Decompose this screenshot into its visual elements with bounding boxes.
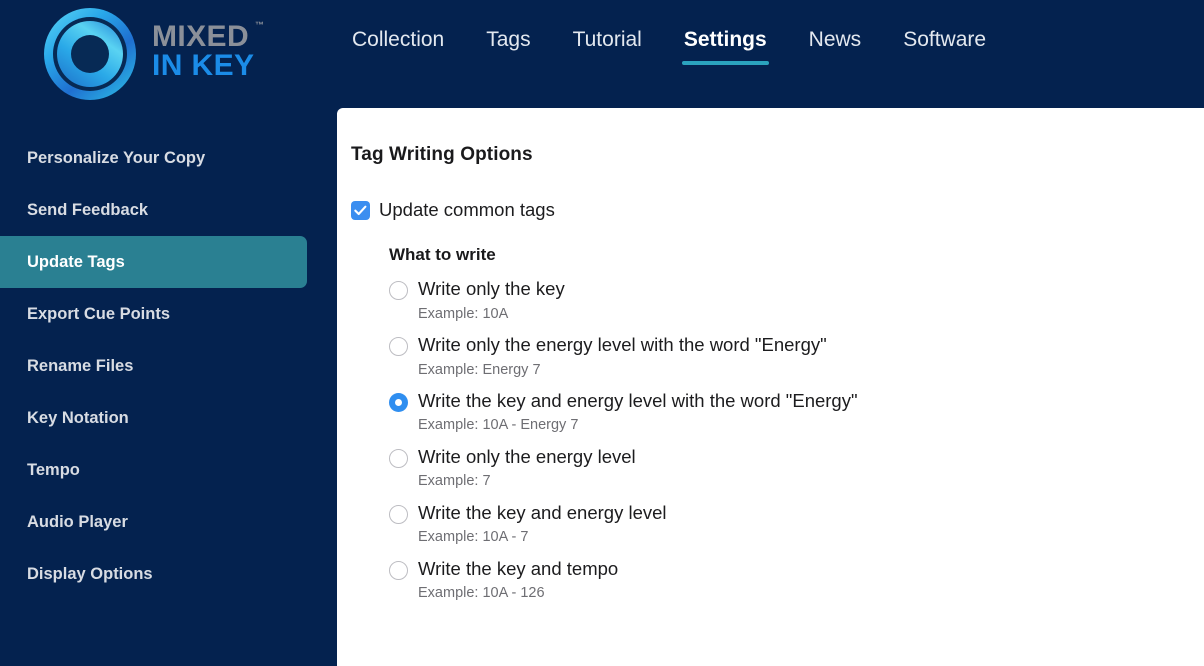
what-to-write-radio-group: Write only the key Example: 10A Write on… xyxy=(389,278,1204,603)
brand-word-bottom: IN KEY xyxy=(152,52,254,81)
sidebar-item-key-notation[interactable]: Key Notation xyxy=(0,392,337,444)
brand-wordmark: MIXED™ IN KEY xyxy=(152,23,254,85)
app-window: MIXED™ IN KEY Collection Tags Tutorial S… xyxy=(0,0,1204,666)
brand-word-top: MIXED™ xyxy=(152,23,254,52)
sidebar-item-audio-player[interactable]: Audio Player xyxy=(0,496,337,548)
sidebar-item-personalize-your-copy[interactable]: Personalize Your Copy xyxy=(0,132,337,184)
settings-panel: Tag Writing Options Update common tags W… xyxy=(337,108,1204,666)
nav-item-software[interactable]: Software xyxy=(903,28,986,68)
radio-icon[interactable] xyxy=(389,281,408,300)
option-row[interactable]: Write only the energy level xyxy=(389,446,1204,469)
sidebar-item-update-tags[interactable]: Update Tags xyxy=(0,236,307,288)
option-label: Write only the energy level xyxy=(418,446,636,469)
option-example: Example: 7 xyxy=(418,473,1204,490)
radio-icon-selected[interactable] xyxy=(389,393,408,412)
nav-item-collection[interactable]: Collection xyxy=(352,28,444,68)
radio-icon[interactable] xyxy=(389,449,408,468)
option-write-only-the-key: Write only the key Example: 10A xyxy=(389,278,1204,323)
option-row[interactable]: Write only the key xyxy=(389,278,1204,301)
radio-icon[interactable] xyxy=(389,561,408,580)
page-title: Tag Writing Options xyxy=(351,144,1204,166)
trademark-icon: ™ xyxy=(255,21,264,30)
option-label: Write the key and energy level xyxy=(418,502,667,525)
option-example: Example: Energy 7 xyxy=(418,362,1204,379)
nav-item-tags[interactable]: Tags xyxy=(486,28,530,68)
what-to-write-heading: What to write xyxy=(389,245,1204,265)
option-label: Write the key and energy level with the … xyxy=(418,390,858,413)
option-row[interactable]: Write the key and energy level with the … xyxy=(389,390,1204,413)
radio-icon[interactable] xyxy=(389,505,408,524)
option-label: Write only the key xyxy=(418,278,565,301)
option-label: Write only the energy level with the wor… xyxy=(418,334,827,357)
checkmark-icon[interactable] xyxy=(351,201,370,220)
sidebar-item-tempo[interactable]: Tempo xyxy=(0,444,337,496)
sidebar: Personalize Your Copy Send Feedback Upda… xyxy=(0,108,337,666)
top-bar: MIXED™ IN KEY Collection Tags Tutorial S… xyxy=(0,0,1204,108)
option-write-key-and-tempo: Write the key and tempo Example: 10A - 1… xyxy=(389,558,1204,603)
sidebar-item-display-options[interactable]: Display Options xyxy=(0,548,337,600)
main-nav: Collection Tags Tutorial Settings News S… xyxy=(352,28,986,68)
option-example: Example: 10A - 126 xyxy=(418,585,1204,602)
update-common-tags-label: Update common tags xyxy=(379,199,555,221)
sidebar-item-rename-files[interactable]: Rename Files xyxy=(0,340,337,392)
update-common-tags-checkbox-row[interactable]: Update common tags xyxy=(351,199,1204,221)
option-row[interactable]: Write only the energy level with the wor… xyxy=(389,334,1204,357)
option-label: Write the key and tempo xyxy=(418,558,618,581)
option-write-only-energy-level: Write only the energy level Example: 7 xyxy=(389,446,1204,491)
option-example: Example: 10A - 7 xyxy=(418,529,1204,546)
nav-item-settings[interactable]: Settings xyxy=(684,28,767,68)
mixed-in-key-ring-icon xyxy=(44,8,136,100)
option-write-key-and-energy-level-with-word-energy: Write the key and energy level with the … xyxy=(389,390,1204,435)
option-row[interactable]: Write the key and tempo xyxy=(389,558,1204,581)
option-example: Example: 10A xyxy=(418,306,1204,323)
nav-item-tutorial[interactable]: Tutorial xyxy=(573,28,642,68)
option-example: Example: 10A - Energy 7 xyxy=(418,417,1204,434)
brand-logo[interactable]: MIXED™ IN KEY xyxy=(44,8,254,100)
sidebar-item-send-feedback[interactable]: Send Feedback xyxy=(0,184,337,236)
nav-item-news[interactable]: News xyxy=(809,28,862,68)
option-row[interactable]: Write the key and energy level xyxy=(389,502,1204,525)
option-write-key-and-energy-level: Write the key and energy level Example: … xyxy=(389,502,1204,547)
radio-icon[interactable] xyxy=(389,337,408,356)
option-write-only-energy-level-with-word-energy: Write only the energy level with the wor… xyxy=(389,334,1204,379)
sidebar-item-export-cue-points[interactable]: Export Cue Points xyxy=(0,288,337,340)
